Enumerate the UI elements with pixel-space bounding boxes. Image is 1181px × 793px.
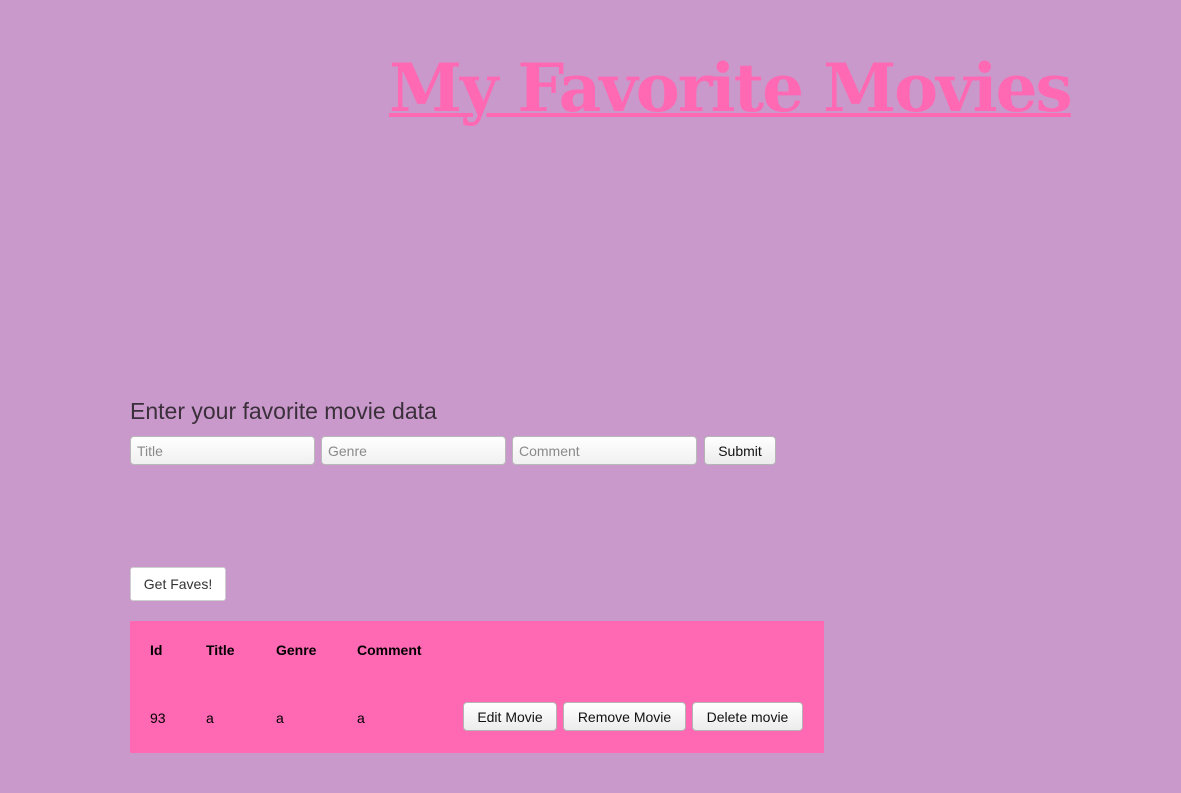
genre-input[interactable] xyxy=(321,436,506,465)
form-heading: Enter your favorite movie data xyxy=(130,398,437,424)
column-header-title: Title xyxy=(206,642,235,658)
cell-genre: a xyxy=(276,710,284,726)
edit-movie-button[interactable]: Edit Movie xyxy=(463,702,557,731)
title-input[interactable] xyxy=(130,436,315,465)
comment-input[interactable] xyxy=(512,436,697,465)
cell-title: a xyxy=(206,710,214,726)
column-header-genre: Genre xyxy=(276,642,317,658)
cell-comment: a xyxy=(357,710,365,726)
remove-movie-button[interactable]: Remove Movie xyxy=(563,702,686,731)
movies-table: Id Title Genre Comment 93 a a a Edit Mov… xyxy=(130,621,824,753)
submit-button[interactable]: Submit xyxy=(704,436,776,465)
column-header-comment: Comment xyxy=(357,642,422,658)
get-faves-button[interactable]: Get Faves! xyxy=(130,567,226,601)
cell-id: 93 xyxy=(150,710,166,726)
page-title: My Favorite Movies xyxy=(389,49,1073,127)
delete-movie-button[interactable]: Delete movie xyxy=(692,702,803,731)
column-header-id: Id xyxy=(150,642,163,658)
